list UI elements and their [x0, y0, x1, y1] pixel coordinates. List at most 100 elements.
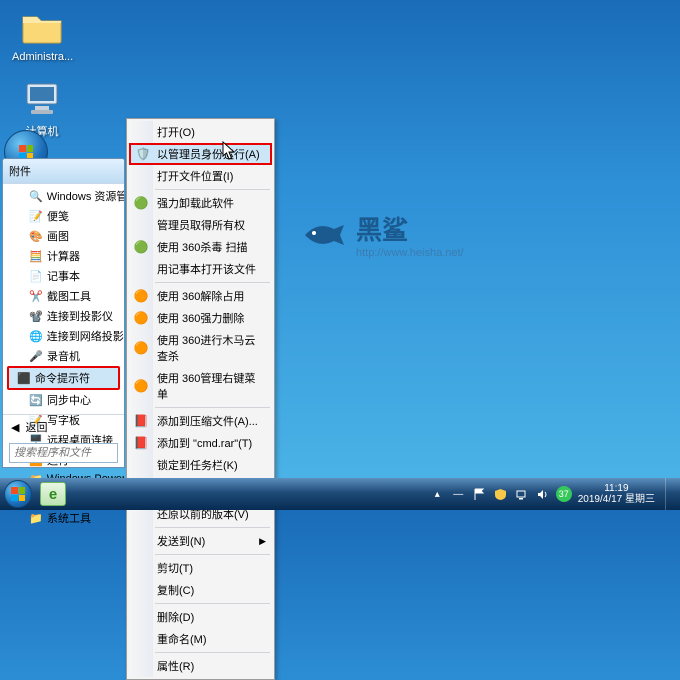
menu-item-icon: [133, 582, 149, 598]
context-menu-item[interactable]: 剪切(T): [129, 557, 272, 579]
start-menu-item-label: 同步中心: [47, 392, 91, 408]
start-menu-item[interactable]: 🌐连接到网络投影仪: [7, 326, 120, 346]
context-menu-item-label: 打开(O): [157, 124, 195, 140]
shield-icon[interactable]: [493, 487, 508, 502]
start-menu-item-label: 画图: [47, 228, 69, 244]
context-menu-item[interactable]: 📕添加到 "cmd.rar"(T): [129, 432, 272, 454]
taskbar-app-browser[interactable]: e: [40, 482, 66, 506]
context-menu-item[interactable]: 🟠使用 360强力删除: [129, 307, 272, 329]
context-menu-item[interactable]: 删除(D): [129, 606, 272, 628]
back-label: 返回: [25, 419, 47, 435]
start-menu-item-label: 命令提示符: [35, 370, 90, 386]
start-menu-item[interactable]: 📽️ 连接到投影仪: [7, 306, 120, 326]
start-menu-item-label: 连接到投影仪: [47, 308, 113, 324]
context-menu-item[interactable]: 锁定到任务栏(K): [129, 454, 272, 476]
start-menu-item-label: 录音机: [47, 348, 80, 364]
volume-icon[interactable]: [535, 487, 550, 502]
desktop-icon-label: Administra...: [12, 51, 72, 63]
e-icon: e: [49, 486, 57, 503]
start-menu-item[interactable]: ⬛ 命令提示符: [7, 366, 120, 390]
menu-item-icon: [133, 217, 149, 233]
context-menu-separator: [155, 282, 270, 283]
context-menu-item-label: 使用 360杀毒 扫描: [157, 239, 247, 255]
menu-item-icon: 🛡️: [135, 146, 151, 162]
watermark-url: http://www.heisha.net/: [356, 247, 464, 259]
menu-item-icon: 🟢: [133, 195, 149, 211]
context-menu-item-label: 使用 360解除占用: [157, 288, 244, 304]
tray-badge[interactable]: 37: [556, 486, 572, 502]
context-menu-item[interactable]: 📕添加到压缩文件(A)...: [129, 410, 272, 432]
app-icon: 📽️: [29, 309, 43, 323]
context-menu-item[interactable]: 发送到(N)▶: [129, 530, 272, 552]
start-menu-item-label: 截图工具: [47, 288, 91, 304]
context-menu-item-label: 使用 360管理右键菜单: [157, 370, 266, 402]
start-menu-item[interactable]: 🎨画图: [7, 226, 120, 246]
flag-icon[interactable]: [472, 487, 487, 502]
context-menu-separator: [155, 603, 270, 604]
context-menu-item[interactable]: 打开文件位置(I): [129, 165, 272, 187]
app-icon: 🔄: [29, 393, 43, 407]
show-desktop-button[interactable]: [665, 478, 674, 510]
menu-item-icon: 📕: [133, 413, 149, 429]
start-menu-item[interactable]: 🧮计算器: [7, 246, 120, 266]
context-menu-item-label: 使用 360进行木马云查杀: [157, 332, 266, 364]
start-menu-item-label: Windows 资源管理器: [47, 188, 124, 204]
start-menu-item[interactable]: 📝便笺: [7, 206, 120, 226]
context-menu-item[interactable]: 管理员取得所有权: [129, 214, 272, 236]
context-menu-item[interactable]: 🛡️以管理员身份运行(A): [129, 143, 272, 165]
context-menu-item[interactable]: 🟢强力卸载此软件: [129, 192, 272, 214]
start-panel-back[interactable]: ◀ 返回: [3, 415, 124, 439]
context-menu-item[interactable]: 🟠使用 360管理右键菜单: [129, 367, 272, 405]
tray-expand-icon[interactable]: ▴: [430, 487, 445, 502]
app-icon: ⬛: [17, 371, 31, 385]
clock-date: 2019/4/17 星期三: [578, 494, 655, 505]
start-menu-item[interactable]: ✂️ 截图工具: [7, 286, 120, 306]
start-menu-item[interactable]: 🎤录音机: [7, 346, 120, 366]
folder-icon: [21, 6, 63, 48]
context-menu-item-label: 剪切(T): [157, 560, 193, 576]
start-menu-item[interactable]: 🔍Windows 资源管理器: [7, 186, 120, 206]
menu-item-icon: [133, 658, 149, 674]
menu-item-icon: [133, 609, 149, 625]
menu-item-icon: [133, 533, 149, 549]
clock-time: 11:19: [578, 483, 655, 494]
context-menu-item-label: 属性(R): [157, 658, 194, 674]
system-tray: ▴ — 37 11:19 2019/4/17 星期三: [430, 478, 680, 510]
context-menu-item[interactable]: 🟠 使用 360进行木马云查杀: [129, 329, 272, 367]
taskbar-clock[interactable]: 11:19 2019/4/17 星期三: [578, 483, 655, 505]
menu-item-icon: 🟠: [133, 340, 149, 356]
menu-item-icon: [133, 457, 149, 473]
context-menu-item[interactable]: 重命名(M): [129, 628, 272, 650]
start-menu-item[interactable]: 📁系统工具: [7, 508, 120, 528]
desktop-icon-admin[interactable]: Administra...: [12, 6, 72, 63]
app-icon: 📄: [29, 269, 43, 283]
context-menu-item[interactable]: 打开(O): [129, 121, 272, 143]
context-menu-item[interactable]: 属性(R): [129, 655, 272, 677]
menu-item-icon: 🟠: [133, 288, 149, 304]
menu-item-icon: [133, 560, 149, 576]
context-menu-item[interactable]: 🟢使用 360杀毒 扫描: [129, 236, 272, 258]
context-menu-item[interactable]: 用记事本打开该文件: [129, 258, 272, 280]
watermark-title: 黑鲨: [356, 210, 464, 247]
taskbar: e ▴ — 37 11:19 2019/4/17 星期三: [0, 478, 680, 510]
mouse-cursor: [222, 141, 236, 161]
context-menu-separator: [155, 189, 270, 190]
context-menu-item[interactable]: 🟠 使用 360解除占用: [129, 285, 272, 307]
app-icon: 🔍: [29, 189, 43, 203]
context-menu-item-label: 用记事本打开该文件: [157, 261, 256, 277]
network-icon[interactable]: [514, 487, 529, 502]
context-menu-item[interactable]: 复制(C): [129, 579, 272, 601]
context-menu-separator: [155, 652, 270, 653]
dash-icon[interactable]: —: [451, 487, 466, 502]
context-menu-item-label: 发送到(N): [157, 533, 205, 549]
context-menu: 打开(O) 🛡️以管理员身份运行(A)打开文件位置(I) 🟢强力卸载此软件管理员取得…: [126, 118, 275, 680]
search-input[interactable]: [9, 443, 118, 463]
context-menu-separator: [155, 527, 270, 528]
start-menu-item[interactable]: 📄记事本: [7, 266, 120, 286]
start-menu-item[interactable]: 🔄 同步中心: [7, 390, 120, 410]
computer-icon: [21, 78, 63, 120]
context-menu-item-label: 管理员取得所有权: [157, 217, 245, 233]
app-icon: ✂️: [29, 289, 43, 303]
folder-icon: 📁: [29, 511, 43, 525]
start-button[interactable]: [0, 478, 36, 510]
